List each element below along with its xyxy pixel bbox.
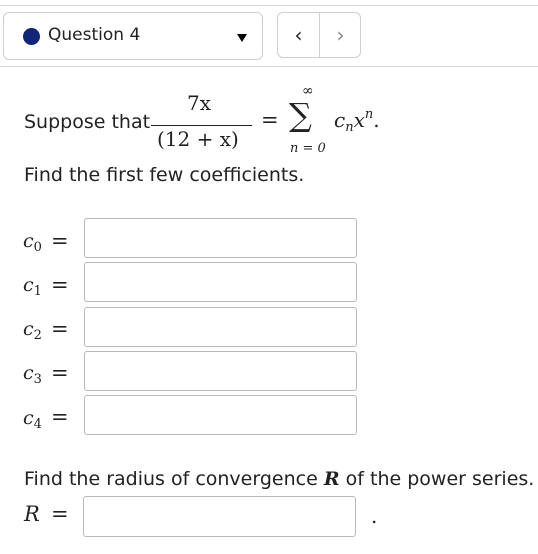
c1-input[interactable] xyxy=(84,262,357,302)
c4-input[interactable] xyxy=(84,395,357,435)
c3-equals: = xyxy=(51,361,69,385)
c3-input[interactable] xyxy=(84,351,357,391)
equals-sign: = xyxy=(261,108,279,132)
question-label: Question 4 xyxy=(48,25,141,45)
c0-label: c0 xyxy=(23,230,42,255)
chevron-left-icon: ‹ xyxy=(294,23,303,47)
next-question-button[interactable]: › xyxy=(320,13,361,57)
radius-equals: = xyxy=(51,502,69,526)
fraction-numerator: 7x xyxy=(187,91,212,115)
summand: cnxn. xyxy=(334,107,380,135)
c0-equals: = xyxy=(51,229,69,253)
radius-label: R xyxy=(24,502,40,526)
c0-input[interactable] xyxy=(84,218,357,258)
chevron-right-icon: › xyxy=(336,23,345,47)
c1-label: c1 xyxy=(23,274,42,299)
fraction-bar xyxy=(151,125,252,126)
header-divider xyxy=(0,66,538,67)
sigma-symbol: ∑ xyxy=(289,96,312,134)
question-nav: ‹ › xyxy=(277,12,361,58)
c1-equals: = xyxy=(51,273,69,297)
problem-intro: Suppose that xyxy=(24,111,151,133)
c4-label: c4 xyxy=(23,407,42,432)
find-coefficients-text: Find the first few coefficients. xyxy=(24,164,305,186)
prev-question-button[interactable]: ‹ xyxy=(278,13,319,57)
top-divider xyxy=(0,5,538,6)
c2-label: c2 xyxy=(23,318,42,343)
status-dot-icon xyxy=(23,28,40,45)
c4-equals: = xyxy=(51,405,69,429)
radius-trailing-period: . xyxy=(371,504,378,528)
radius-prompt: Find the radius of convergence R of the … xyxy=(24,468,535,490)
c2-input[interactable] xyxy=(84,307,357,347)
c2-equals: = xyxy=(51,317,69,341)
radius-input[interactable] xyxy=(83,496,356,537)
caret-down-icon xyxy=(237,34,247,42)
sum-lower-limit: n = 0 xyxy=(290,141,326,156)
fraction-denominator: (12 + x) xyxy=(157,127,239,151)
question-select[interactable]: Question 4 xyxy=(3,12,263,60)
c3-label: c3 xyxy=(23,362,42,387)
